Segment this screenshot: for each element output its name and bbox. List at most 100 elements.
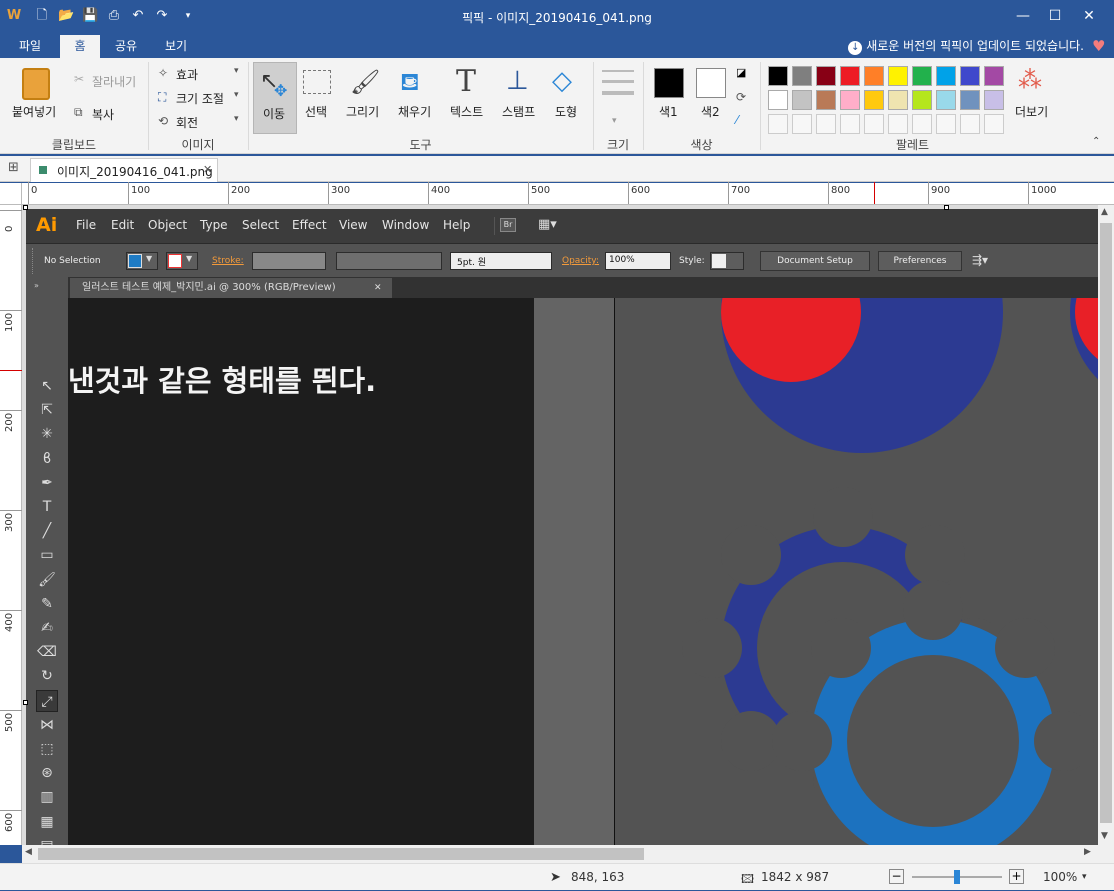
chevron-down-icon[interactable]: ▾	[234, 114, 239, 124]
stamp-icon[interactable]: ⊥	[506, 66, 529, 96]
resize-handle[interactable]	[23, 205, 28, 210]
ai-menu-type[interactable]: Type	[200, 218, 228, 232]
scroll-down-icon[interactable]: ▼	[1101, 831, 1108, 841]
magic-wand-tool-icon[interactable]: ✳	[36, 423, 58, 445]
ai-menu-select[interactable]: Select	[242, 218, 279, 232]
stroke-label[interactable]: Stroke:	[212, 256, 244, 266]
text-icon[interactable]: T	[456, 64, 476, 99]
paste-button[interactable]: 붙여넣기	[12, 103, 56, 120]
fill-bucket-icon[interactable]: ⛾	[400, 68, 420, 99]
scroll-left-icon[interactable]: ◀	[25, 847, 32, 857]
resize-handle[interactable]	[944, 205, 949, 210]
pen-tool-icon[interactable]: ✒	[36, 472, 58, 494]
update-notice[interactable]: ↓ 새로운 버전의 픽픽이 업데이트 되었습니다.	[848, 37, 1084, 55]
palette-swatch[interactable]	[864, 90, 884, 110]
bridge-button[interactable]: Br	[500, 218, 516, 232]
shape-icon[interactable]: ◇	[552, 66, 572, 96]
palette-empty-swatch[interactable]	[936, 114, 956, 134]
swap-colors-icon[interactable]: ⟳	[736, 90, 746, 104]
chevron-down-icon[interactable]: ▾	[612, 116, 617, 126]
effects-button[interactable]: 효과	[176, 66, 198, 83]
eraser-tool-icon[interactable]: ⌫	[36, 641, 58, 663]
brush-icon[interactable]: 🖌	[350, 68, 380, 96]
ai-menu-edit[interactable]: Edit	[111, 218, 134, 232]
palette-empty-swatch[interactable]	[912, 114, 932, 134]
zoom-in-button[interactable]: +	[1009, 869, 1024, 884]
chevron-down-icon[interactable]: ▾	[234, 66, 239, 76]
palette-swatch[interactable]	[792, 66, 812, 86]
stroke-color-select[interactable]: ▼	[166, 252, 198, 270]
ai-menu-window[interactable]: Window	[382, 218, 429, 232]
palette-swatch[interactable]	[816, 90, 836, 110]
more-colors-button[interactable]: 더보기	[1015, 103, 1048, 120]
type-tool-icon[interactable]: T	[36, 496, 58, 518]
color2-swatch[interactable]	[696, 68, 726, 98]
palette-empty-swatch[interactable]	[864, 114, 884, 134]
color1-swatch[interactable]	[654, 68, 684, 98]
tab-view[interactable]: 보기	[154, 35, 198, 58]
tab-home[interactable]: 홈	[60, 35, 100, 58]
eyedropper-icon[interactable]: ⁄	[736, 113, 738, 127]
collapse-ribbon-icon[interactable]: ⌃	[1092, 136, 1100, 147]
color2-button[interactable]: 색2	[701, 103, 720, 120]
ai-menu-object[interactable]: Object	[148, 218, 187, 232]
palette-swatch[interactable]	[936, 66, 956, 86]
arrange-icon[interactable]: ⇶▾	[972, 253, 988, 267]
ai-menu-help[interactable]: Help	[443, 218, 470, 232]
free-transform-tool-icon[interactable]: ⬚	[36, 738, 58, 760]
palette-empty-swatch[interactable]	[816, 114, 836, 134]
ai-menu-effect[interactable]: Effect	[292, 218, 327, 232]
tab-file[interactable]: 파일	[8, 35, 52, 58]
fill-tool-button[interactable]: 채우기	[398, 103, 431, 120]
chevron-down-icon[interactable]: ▾	[234, 90, 239, 100]
workspace-icon[interactable]: ▦▾	[538, 217, 557, 232]
resize-handle[interactable]	[23, 700, 28, 705]
horizontal-scrollbar[interactable]: ◀ ▶	[22, 845, 1098, 863]
palette-empty-swatch[interactable]	[960, 114, 980, 134]
opacity-label[interactable]: Opacity:	[562, 256, 599, 266]
palette-swatch[interactable]	[888, 66, 908, 86]
paste-icon[interactable]	[22, 68, 50, 100]
palette-swatch[interactable]	[768, 66, 788, 86]
gradient-tool-icon[interactable]: ▤	[36, 835, 58, 845]
vertical-scroll-thumb[interactable]	[1100, 223, 1112, 823]
copy-button[interactable]: 복사	[92, 106, 114, 123]
paintbrush-tool-icon[interactable]: 🖌	[36, 569, 58, 591]
palette-empty-swatch[interactable]	[840, 114, 860, 134]
palette-swatch[interactable]	[888, 90, 908, 110]
scale-tool-icon[interactable]: ⤢	[36, 689, 58, 712]
blob-brush-tool-icon[interactable]: ✍	[36, 617, 58, 639]
close-tab-icon[interactable]: ✕	[374, 278, 382, 298]
more-colors-icon[interactable]: ⁂	[1018, 66, 1042, 94]
zoom-level[interactable]: 100%	[1043, 870, 1077, 884]
zoom-slider-thumb[interactable]	[954, 870, 960, 884]
variable-width-select[interactable]	[336, 252, 442, 270]
horizontal-scroll-thumb[interactable]	[38, 848, 644, 860]
direct-selection-tool-icon[interactable]: ⇱	[36, 399, 58, 421]
ai-menu-file[interactable]: File	[76, 218, 96, 232]
tab-share[interactable]: 공유	[104, 35, 148, 58]
palette-swatch[interactable]	[768, 90, 788, 110]
palette-swatch[interactable]	[912, 90, 932, 110]
palette-swatch[interactable]	[864, 66, 884, 86]
mesh-tool-icon[interactable]: ▦	[36, 811, 58, 833]
palette-swatch[interactable]	[960, 90, 980, 110]
zoom-out-button[interactable]: −	[889, 869, 904, 884]
ai-menu-view[interactable]: View	[339, 218, 367, 232]
selection-tool-icon[interactable]: ↖	[36, 375, 58, 397]
palette-swatch[interactable]	[984, 90, 1004, 110]
width-tool-icon[interactable]: ⋈	[36, 714, 58, 736]
lasso-tool-icon[interactable]: ϐ	[36, 448, 58, 470]
close-button[interactable]: ✕	[1066, 0, 1112, 32]
document-tab[interactable]: 이미지_20190416_041.png ✕	[30, 158, 218, 182]
shape-tool-button[interactable]: 도형	[555, 103, 577, 120]
fill-color-select[interactable]: ▼	[126, 252, 158, 270]
select-tool-button[interactable]: 선택	[305, 103, 327, 120]
chevron-down-icon[interactable]: ▾	[1082, 872, 1087, 882]
palette-swatch[interactable]	[816, 66, 836, 86]
stamp-tool-button[interactable]: 스탬프	[502, 103, 535, 120]
palette-swatch[interactable]	[960, 66, 980, 86]
palette-swatch[interactable]	[984, 66, 1004, 86]
line-tool-icon[interactable]: ╱	[36, 520, 58, 542]
opacity-input[interactable]: 100%	[605, 252, 671, 270]
